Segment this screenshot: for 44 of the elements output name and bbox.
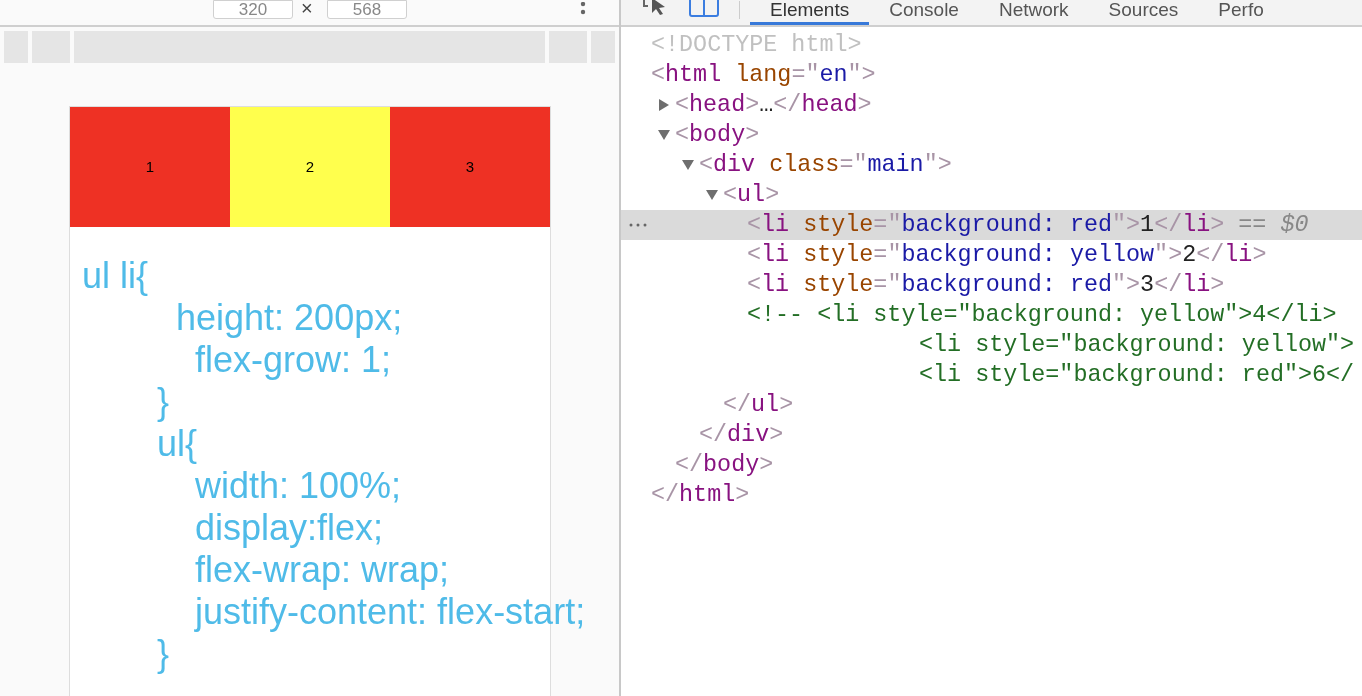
css-text-line: display:flex; (195, 507, 384, 548)
css-text-line: } (157, 381, 170, 422)
css-text-line: justify-content: flex-start; (195, 591, 586, 632)
css-text-line: height: 200px; (176, 297, 403, 338)
code-line[interactable]: <head>…</head> (675, 90, 872, 120)
css-text-line: flex-wrap: wrap; (195, 549, 450, 590)
code-line[interactable]: </body> (675, 450, 774, 480)
devtools-tab[interactable]: Network (978, 0, 1089, 25)
item-number: 2 (305, 156, 315, 177)
css-text-line: } (157, 633, 170, 674)
code-line[interactable]: </div> (699, 420, 784, 450)
css-text-line: flex-grow: 1; (195, 339, 392, 380)
expanded-triangle-icon[interactable] (705, 188, 719, 202)
devtools-tab[interactable]: Perfo (1198, 0, 1284, 25)
expanded-triangle-icon[interactable] (681, 158, 695, 172)
more-icon[interactable] (629, 223, 647, 227)
item-number: 1 (145, 156, 155, 177)
code-line[interactable]: <div class="main"> (699, 150, 952, 180)
devtools-tab[interactable]: Elements (750, 0, 870, 25)
kebab-menu-icon[interactable] (580, 2, 586, 16)
height-field[interactable]: 568 (327, 0, 407, 19)
device-toggle-icon[interactable] (689, 0, 719, 17)
code-comment[interactable]: <!-- <li style="background: yellow">4</li> (747, 300, 1337, 330)
code-line[interactable]: <li style="background: red">1</li> (747, 210, 1225, 240)
code-comment: <li style="background: red">6</ (918, 361, 1355, 390)
css-text-line: ul li{ (82, 255, 149, 296)
code-line[interactable]: <li style="background: red">3</li> (747, 270, 1225, 300)
code-line[interactable]: <ul> (723, 180, 780, 210)
code-line[interactable]: <html lang="en"> (651, 60, 876, 90)
devtools-tab[interactable]: Sources (1088, 0, 1199, 25)
code-line[interactable]: <li style="background: yellow">2</li> (747, 240, 1267, 270)
css-text-line: width: 100%; (195, 465, 402, 506)
collapsed-triangle-icon[interactable] (657, 98, 671, 112)
console-reference: == $0 (1238, 211, 1309, 240)
code-comment: <li style="background: yellow"> (918, 331, 1355, 360)
code-line[interactable]: </ul> (723, 390, 794, 420)
expanded-triangle-icon[interactable] (657, 128, 671, 142)
devtools-tab[interactable]: Console (869, 0, 979, 25)
code-line[interactable]: </html> (651, 480, 750, 510)
dimension-separator: × (301, 0, 313, 18)
css-text-line: ul{ (157, 423, 198, 464)
code-line[interactable]: <body> (675, 120, 760, 150)
width-field[interactable]: 320 (213, 0, 293, 19)
item-number: 3 (465, 156, 475, 177)
